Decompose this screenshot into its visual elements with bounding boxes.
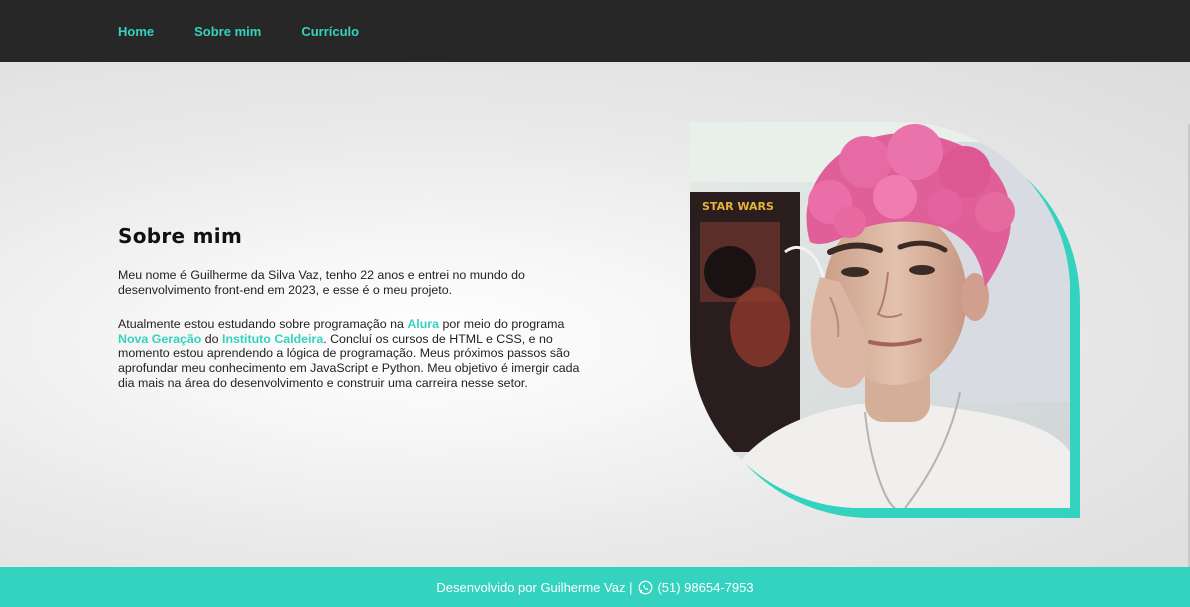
instituto-caldeira-link[interactable]: Instituto Caldeira — [222, 332, 323, 346]
nav-link-sobre-mim[interactable]: Sobre mim — [194, 24, 261, 39]
about-paragraph-2: Atualmente estou estudando sobre program… — [118, 317, 588, 390]
profile-photo: STAR WARS — [690, 122, 1070, 508]
about-section: Sobre mim Meu nome é Guilherme da Silva … — [118, 224, 588, 410]
footer-phone[interactable]: (51) 98654-7953 — [657, 580, 753, 595]
paragraph-text: do — [201, 331, 223, 346]
navbar: Home Sobre mim Currículo — [0, 0, 1190, 62]
about-paragraph-1: Meu nome é Guilherme da Silva Vaz, tenho… — [118, 268, 525, 297]
poster-text: STAR WARS — [702, 200, 774, 213]
profile-photo-illustration: STAR WARS — [690, 122, 1070, 508]
alura-link[interactable]: Alura — [407, 317, 439, 331]
about-title: Sobre mim — [118, 224, 243, 248]
paragraph-text: Atualmente estou estudando sobre program… — [118, 317, 408, 332]
paragraph-text: por meio do programa — [439, 317, 565, 332]
main-section: Sobre mim Meu nome é Guilherme da Silva … — [0, 62, 1190, 607]
whatsapp-icon[interactable] — [638, 580, 653, 595]
footer: Desenvolvido por Guilherme Vaz | (51) 98… — [0, 567, 1190, 607]
nav-link-home[interactable]: Home — [118, 24, 154, 39]
nova-geracao-link[interactable]: Nova Geração — [118, 332, 201, 346]
nav-link-curriculo[interactable]: Currículo — [301, 24, 359, 39]
footer-text: Desenvolvido por Guilherme Vaz | — [436, 579, 633, 595]
